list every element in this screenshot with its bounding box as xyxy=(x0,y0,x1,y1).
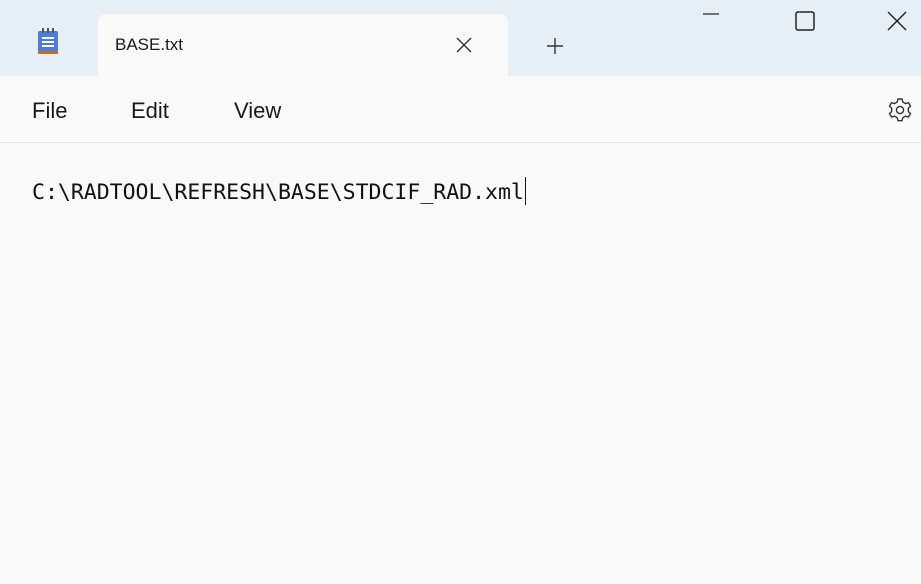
plus-icon[interactable] xyxy=(543,34,567,58)
gear-icon[interactable] xyxy=(886,96,914,124)
maximize-icon[interactable] xyxy=(782,0,828,46)
notepad-icon xyxy=(38,28,58,54)
menu-view[interactable]: View xyxy=(234,98,281,124)
tab-title: BASE.txt xyxy=(115,35,184,54)
editor-content[interactable]: C:\RADTOOL\REFRESH\BASE\STDCIF_RAD.xml xyxy=(32,177,527,205)
editor-text-line: C:\RADTOOL\REFRESH\BASE\STDCIF_RAD.xml xyxy=(32,180,524,205)
minimize-icon[interactable] xyxy=(688,0,734,46)
close-icon[interactable] xyxy=(875,0,921,46)
menu-edit[interactable]: Edit xyxy=(131,98,169,124)
menu-bar: File Edit View xyxy=(0,76,921,143)
tab-base-txt[interactable]: BASE.txt xyxy=(98,14,508,76)
close-icon[interactable] xyxy=(452,33,476,57)
menu-file[interactable]: File xyxy=(32,98,67,124)
text-editor[interactable]: C:\RADTOOL\REFRESH\BASE\STDCIF_RAD.xml xyxy=(0,143,921,584)
title-bar: BASE.txt xyxy=(0,0,921,76)
text-caret xyxy=(524,177,527,205)
